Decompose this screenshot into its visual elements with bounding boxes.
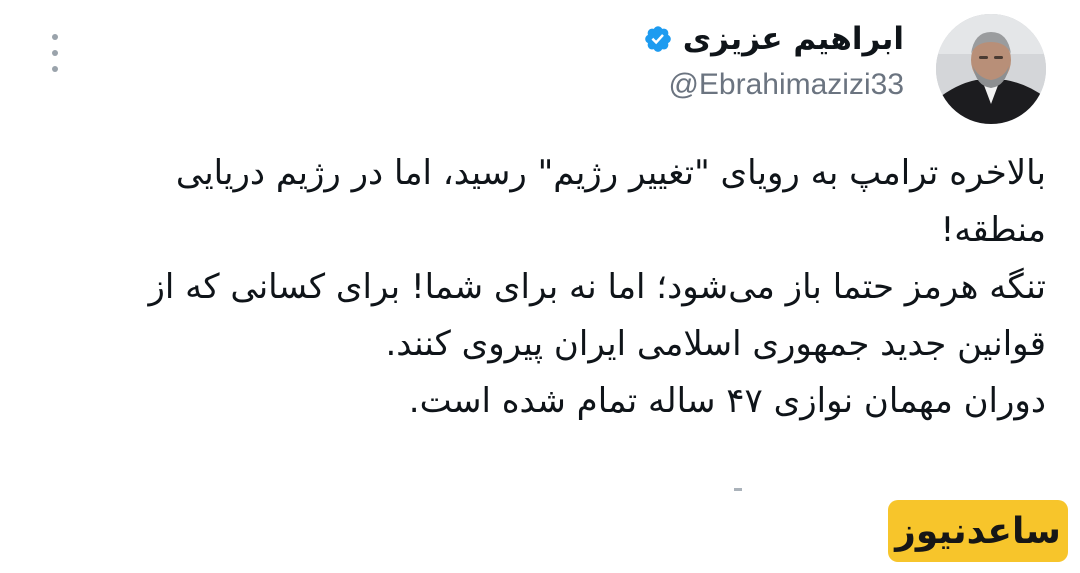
- separator-mark: [734, 488, 742, 491]
- profile-photo: [936, 14, 1046, 124]
- tweet-line: منطقه!: [940, 210, 1046, 250]
- tweet-author[interactable]: ابراهیم عزیزی @Ebrahimazizi33: [643, 14, 904, 102]
- tweet-line: دوران مهمان نوازی ۴۷ ساله تمام شده است.: [408, 381, 1046, 421]
- author-display-name[interactable]: ابراهیم عزیزی: [683, 21, 904, 57]
- tweet-text: بالاخره ترامپ به رویای "تغییر رژیم" رسید…: [86, 145, 1046, 430]
- avatar[interactable]: [936, 14, 1046, 124]
- author-name-row: ابراهیم عزیزی: [643, 14, 904, 64]
- author-handle[interactable]: @Ebrahimazizi33: [643, 68, 904, 102]
- tweet-line: تنگه هرمز حتما باز می‌شود؛ اما نه برای ش…: [148, 267, 1046, 307]
- vertical-ellipsis-icon: [52, 34, 58, 40]
- verified-badge-icon: [643, 24, 673, 54]
- watermark-logo: ساعدنیوز: [888, 500, 1068, 562]
- more-options-button[interactable]: [48, 34, 62, 72]
- tweet-line: قوانین جدید جمهوری اسلامی ایران پیروی کن…: [385, 324, 1046, 364]
- watermark-text: ساعدنیوز: [895, 510, 1061, 552]
- tweet-line: بالاخره ترامپ به رویای "تغییر رژیم" رسید…: [175, 153, 1046, 193]
